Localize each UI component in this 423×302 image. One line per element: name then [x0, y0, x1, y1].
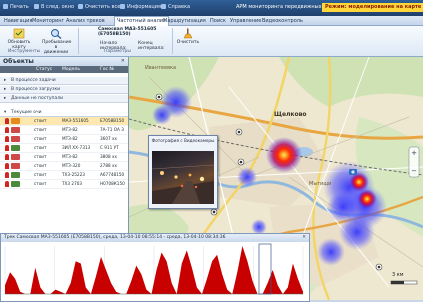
- group-in-loading[interactable]: ▸ В процессе загрузки: [0, 86, 128, 94]
- top-menu-print[interactable]: Печать: [3, 4, 29, 10]
- tractor-icon: [11, 127, 20, 133]
- vehicle-marker[interactable]: [210, 208, 218, 216]
- location-pin-icon: [5, 127, 9, 133]
- col-number[interactable]: Гос №: [100, 66, 114, 73]
- map-label-town: Щелково: [274, 111, 307, 118]
- top-menu-info[interactable]: Информация: [120, 4, 161, 10]
- clear-icon: [78, 4, 83, 9]
- clear-button[interactable]: Очистить: [176, 28, 200, 45]
- map-label-town: Ивантеевка: [145, 65, 177, 71]
- broom-icon: [183, 28, 193, 39]
- expand-icon: ▸: [4, 96, 7, 101]
- info-icon: [120, 4, 125, 9]
- tab-track-analysis[interactable]: Анализ треков: [64, 17, 107, 25]
- track-chart-title: Трек Самосвал МАЗ-551605 (E7058B150), ср…: [4, 235, 226, 240]
- svg-text:+: +: [411, 149, 417, 157]
- map-refresh-icon: [13, 28, 25, 39]
- track-chart[interactable]: [1, 242, 307, 300]
- vehicle-marker[interactable]: [155, 93, 163, 101]
- expand-icon: ▸: [4, 87, 7, 92]
- table-row[interactable]: стоит МАЗ-551605 E7058B150: [0, 117, 128, 126]
- window-icon: [34, 4, 39, 9]
- truck-icon: [11, 118, 20, 124]
- close-icon[interactable]: ✕: [302, 234, 306, 242]
- track-chart-header: Трек Самосвал МАЗ-551605 (E7058B150), ср…: [1, 234, 309, 242]
- tab-monitoring[interactable]: Мониторинг: [30, 17, 66, 25]
- location-pin-icon: [5, 181, 9, 187]
- tab-search[interactable]: Поиск: [208, 17, 228, 25]
- location-pin-icon: [5, 136, 9, 142]
- magnifier-icon: [51, 29, 62, 39]
- scale-label: 3 км: [392, 272, 404, 278]
- table-row[interactable]: стоит ТХ3-25223 А67748150: [0, 171, 128, 180]
- analysis-button[interactable]: Пребывание в движении: [42, 28, 71, 55]
- camera-photo: [151, 151, 215, 204]
- truck-icon: [11, 145, 20, 151]
- group-in-task[interactable]: ▸ В процессе задачи: [0, 77, 128, 85]
- group-no-data[interactable]: ▸ Данные не поступали: [0, 95, 128, 103]
- top-menu-help[interactable]: Справка: [161, 4, 190, 10]
- svg-text:−: −: [411, 167, 417, 175]
- panel-pin-icon[interactable]: ✕: [121, 57, 125, 66]
- table-row[interactable]: стоит МТЗ-82 3808 хх: [0, 153, 128, 162]
- street-photo-image: [151, 164, 215, 204]
- objects-panel-title: Объекты: [3, 58, 34, 65]
- table-row[interactable]: стоит ТХ3 2703 Н0708К150: [0, 180, 128, 189]
- map-label-town: Мытищи: [309, 181, 332, 187]
- tractor-icon: [11, 136, 20, 142]
- photo-caption: Фотография с Видеокамеры: [151, 138, 215, 143]
- objects-table-header: Статус Модель Гос №: [0, 66, 128, 73]
- vehicle-marker[interactable]: [235, 128, 243, 136]
- title-bar: Печать В след. окно Очистить все Информа…: [0, 0, 423, 16]
- track-chart-panel: Трек Самосвал МАЗ-551605 (E7058B150), ср…: [0, 233, 310, 302]
- top-menu-next-window[interactable]: В след. окно: [34, 4, 74, 10]
- location-pin-icon: [5, 172, 9, 178]
- refresh-map-button[interactable]: Обновить карту: [6, 28, 32, 50]
- location-pin-icon: [5, 145, 9, 151]
- group-label-params: Параметры: [104, 49, 131, 54]
- objects-panel: Объекты ✕ Статус Модель Гос № ▸ В процесс…: [0, 57, 129, 233]
- vehicle-marker[interactable]: [375, 263, 383, 271]
- ribbon-separator: [78, 28, 79, 54]
- col-model[interactable]: Модель: [62, 66, 80, 73]
- collapse-icon: ▾: [4, 110, 7, 115]
- vehicle-marker[interactable]: [237, 158, 245, 166]
- table-row[interactable]: стоит МТЗ-320 2788 хх: [0, 162, 128, 171]
- truck-icon: [11, 181, 20, 187]
- tab-video-control[interactable]: Видеоконтроль: [260, 17, 305, 25]
- print-icon: [3, 4, 8, 9]
- ribbon-panel: Обновить карту Пребывание в движении Сам…: [0, 26, 423, 57]
- location-pin-icon: [5, 163, 9, 169]
- zoom-control[interactable]: +−: [408, 146, 420, 178]
- col-status[interactable]: Статус: [36, 66, 52, 73]
- ribbon-tabs: Навигация Мониторинг Анализ треков Часто…: [0, 16, 423, 26]
- group-label-tools: Инструменты: [8, 49, 41, 54]
- camera-marker[interactable]: [349, 169, 357, 175]
- table-row[interactable]: стоит ЗИЛ ХХ-7313 С 911 УТ: [0, 144, 128, 153]
- expand-icon: ▸: [4, 78, 7, 83]
- mode-badge: Режим: моделирование на карте: [322, 3, 423, 12]
- truck-icon: [11, 172, 20, 178]
- tractor-icon: [11, 154, 20, 160]
- help-icon: [161, 4, 166, 9]
- objects-panel-header: Объекты ✕: [0, 57, 128, 66]
- ribbon-separator: [172, 28, 173, 54]
- top-menu-clear[interactable]: Очистить все: [78, 4, 120, 10]
- location-pin-icon: [5, 118, 9, 124]
- tab-routing[interactable]: Маршрутизация: [161, 17, 208, 25]
- table-row[interactable]: стоит МТЗ-82 3607 хх: [0, 135, 128, 144]
- photo-popup[interactable]: Фотография с Видеокамеры: [148, 135, 218, 209]
- map-scale: 3 км: [390, 272, 418, 288]
- subgroup-current[interactable]: ▾ Текущие очи: [0, 109, 128, 117]
- tab-management[interactable]: Управление: [228, 17, 263, 25]
- table-row[interactable]: стоит МТЗ-82 7А-71 ОА 3: [0, 126, 128, 135]
- location-pin-icon: [5, 154, 9, 160]
- tractor-icon: [11, 163, 20, 169]
